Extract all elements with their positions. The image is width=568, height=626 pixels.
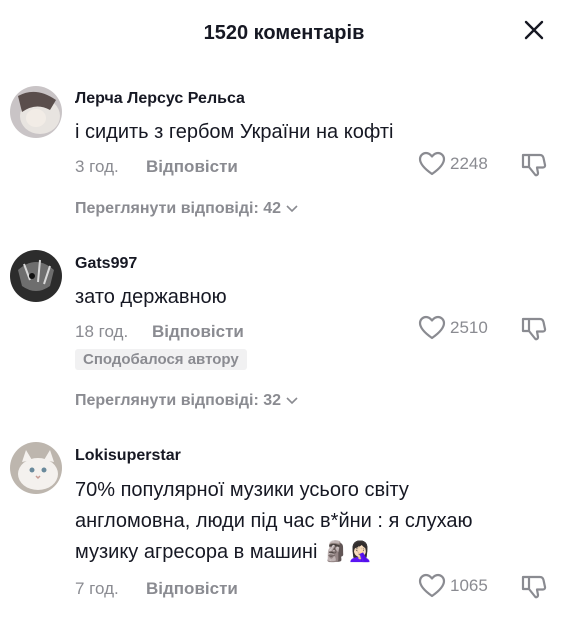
comments-count-title: 1520 коментарів — [203, 22, 365, 44]
dislike-icon[interactable] — [520, 315, 548, 341]
view-replies-button[interactable]: Переглянути відповіді: 32 — [75, 392, 298, 410]
comment-time: 3 год. — [75, 157, 119, 176]
heart-icon — [418, 151, 446, 176]
creator-liked-badge: Сподобалося автору — [75, 349, 247, 370]
like-count: 1065 — [450, 576, 488, 595]
avatar[interactable] — [10, 250, 62, 302]
view-replies-button[interactable]: Переглянути відповіді: 42 — [75, 200, 298, 218]
like-button[interactable]: 2248 — [418, 151, 488, 177]
like-count: 2248 — [450, 154, 488, 173]
like-button[interactable]: 2510 — [418, 315, 488, 341]
reply-button[interactable]: Відповісти — [152, 322, 244, 342]
avatar[interactable] — [10, 442, 62, 494]
close-icon[interactable] — [520, 16, 548, 44]
comment-username[interactable]: Lokisuperstar — [75, 447, 181, 465]
comment-text-line: 70% популярної музики усього світу — [75, 479, 409, 501]
comment-text-line: англомовна, люди під час в*йни : я слуха… — [75, 510, 473, 532]
comment-username[interactable]: Gats997 — [75, 255, 137, 273]
like-count: 2510 — [450, 318, 488, 337]
comment-time: 7 год. — [75, 579, 119, 598]
view-replies-label: Переглянути відповіді: 42 — [75, 200, 282, 217]
view-replies-label: Переглянути відповіді: 32 — [75, 392, 282, 409]
reply-button[interactable]: Відповісти — [146, 157, 238, 177]
like-button[interactable]: 1065 — [418, 573, 488, 599]
comment-text: і сидить з гербом України на кофті — [75, 121, 394, 143]
dislike-icon[interactable] — [520, 573, 548, 599]
comment-text: зато державною — [75, 286, 227, 308]
comments-header: 1520 коментарів — [0, 0, 568, 66]
heart-icon — [418, 315, 446, 340]
heart-icon — [418, 573, 446, 598]
avatar[interactable] — [10, 86, 62, 138]
dislike-icon[interactable] — [520, 151, 548, 177]
reply-button[interactable]: Відповісти — [146, 579, 238, 599]
chevron-down-icon — [286, 397, 298, 405]
comment-username[interactable]: Лерча Лерсус Рельса — [75, 90, 245, 108]
chevron-down-icon — [286, 205, 298, 213]
comment-text-line: музику агресора в машині 🗿🤦🏻‍♀️ — [75, 541, 373, 563]
comment-time: 18 год. — [75, 322, 129, 341]
